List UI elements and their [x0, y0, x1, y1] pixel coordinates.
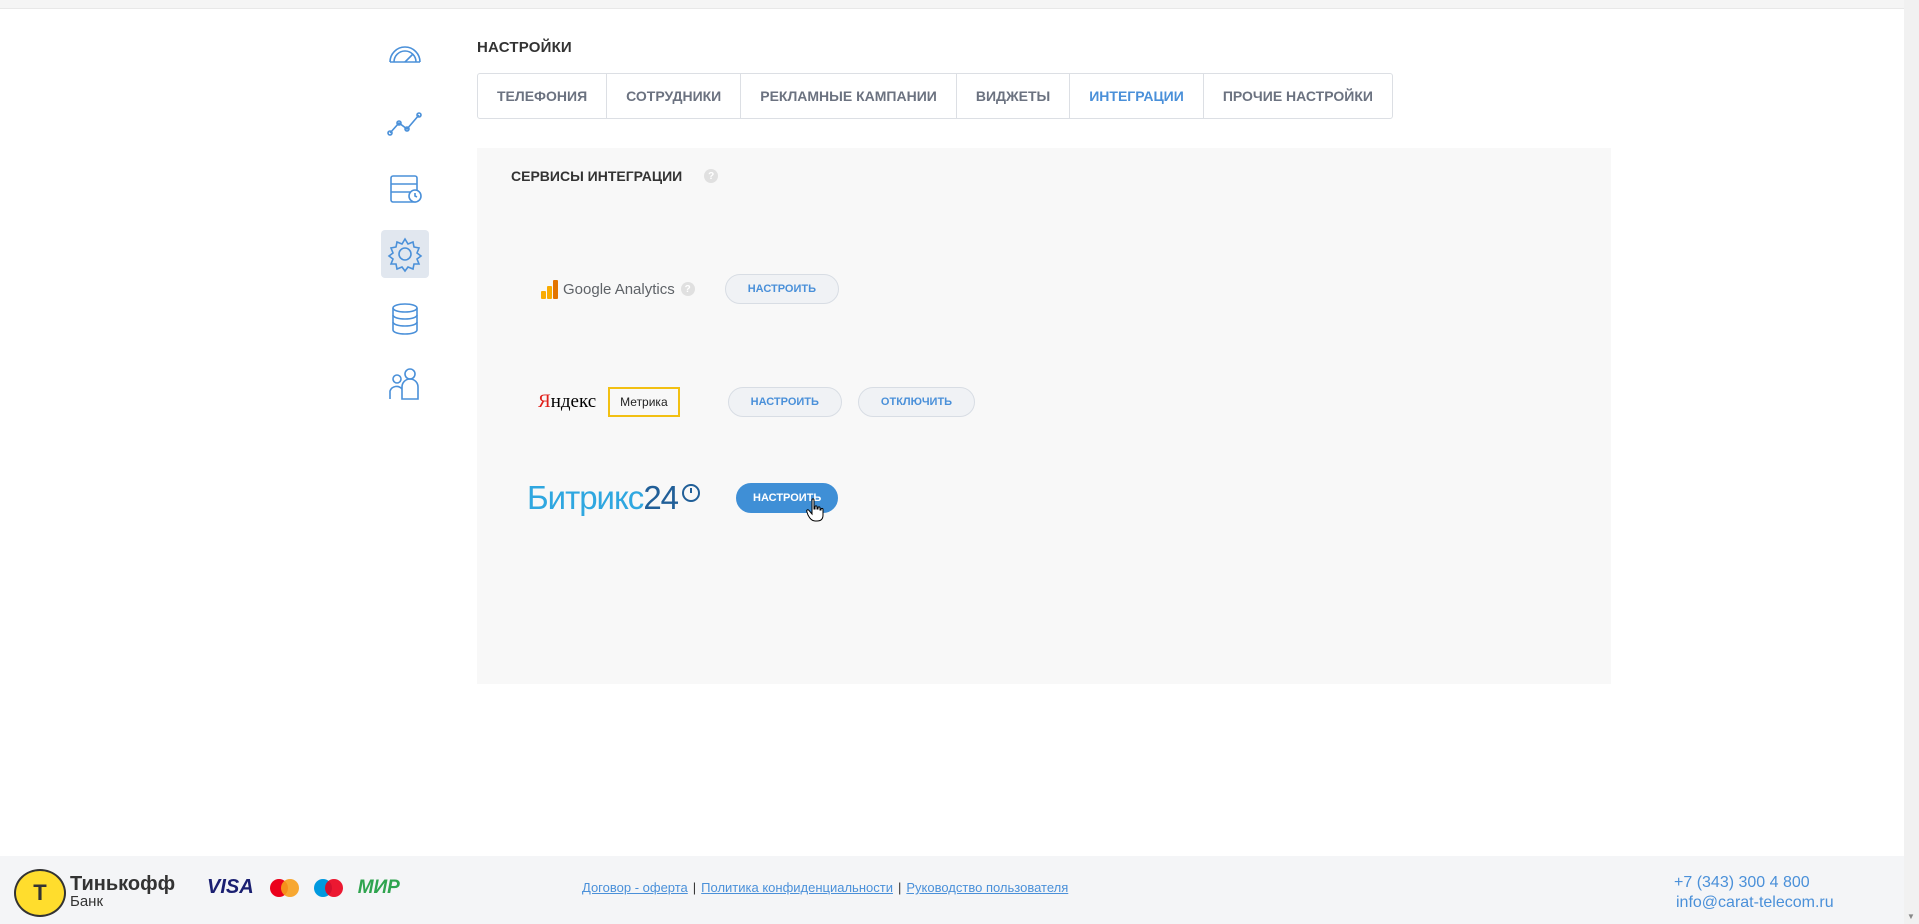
- contact-info: +7 (343) 300 4 800 info@carat-telecom.ru: [1674, 873, 1834, 913]
- tinkoff-bank-logo: Т Тинькофф Банк: [14, 869, 175, 917]
- sidebar-item-database[interactable]: [381, 295, 429, 343]
- tab-other-settings[interactable]: ПРОЧИЕ НАСТРОЙКИ: [1204, 74, 1392, 118]
- mir-logo: МИР: [357, 876, 400, 898]
- tab-widgets[interactable]: ВИДЖЕТЫ: [957, 74, 1071, 118]
- google-analytics-logo-text: Google Analytics: [563, 280, 675, 298]
- section-title: СЕРВИСЫ ИНТЕГРАЦИИ ?: [511, 168, 719, 184]
- tab-ad-campaigns[interactable]: РЕКЛАМНЫЕ КАМПАНИИ: [741, 74, 957, 118]
- google-analytics-bars-icon: [541, 279, 559, 299]
- bitrix24-logo: Битрикс 24: [527, 479, 701, 517]
- email-address[interactable]: info@carat-telecom.ru: [1676, 893, 1834, 913]
- bank-subtitle: Банк: [70, 893, 104, 910]
- yandex-disable-button[interactable]: ОТКЛЮЧИТЬ: [857, 387, 976, 417]
- tinkoff-emblem-icon: Т: [14, 869, 66, 917]
- sidebar-item-settings[interactable]: [381, 230, 429, 278]
- bitrix-logo-number: 24: [643, 479, 679, 516]
- analytics-chart-icon: [387, 112, 422, 136]
- footer: Т Тинькофф Банк VISA МИР Договор - оферт…: [0, 856, 1904, 924]
- bitrix24-row: Битрикс 24 НАСТРОИТЬ: [527, 479, 839, 517]
- phone-number[interactable]: +7 (343) 300 4 800: [1674, 873, 1834, 893]
- settings-tabs: ТЕЛЕФОНИЯ СОТРУДНИКИ РЕКЛАМНЫЕ КАМПАНИИ …: [477, 73, 1393, 119]
- top-bar: [0, 0, 1904, 9]
- google-analytics-logo: Google Analytics ?: [541, 279, 695, 299]
- sidebar-item-calls-history[interactable]: [381, 165, 429, 213]
- tab-integrations[interactable]: ИНТЕГРАЦИИ: [1070, 74, 1204, 118]
- settings-gear-icon: [387, 237, 423, 273]
- vertical-scrollbar[interactable]: ▼: [1904, 0, 1919, 924]
- visa-logo: VISA: [207, 876, 254, 898]
- tab-telephony[interactable]: ТЕЛЕФОНИЯ: [478, 74, 608, 118]
- dashboard-gauge-icon: [389, 46, 421, 63]
- scroll-down-icon[interactable]: ▼: [1907, 913, 1915, 921]
- link-separator: |: [692, 880, 697, 895]
- yandex-metrika-logo: Яндекс Метрика: [538, 387, 680, 417]
- bank-name: Тинькофф: [70, 873, 176, 895]
- google-analytics-row: Google Analytics ? НАСТРОИТЬ: [541, 274, 840, 304]
- sidebar-nav: [381, 35, 429, 425]
- users-group-icon: [389, 368, 419, 400]
- yandex-configure-button[interactable]: НАСТРОИТЬ: [727, 387, 842, 417]
- sidebar-item-analytics[interactable]: [381, 100, 429, 148]
- sidebar-item-dashboard[interactable]: [381, 35, 429, 83]
- integrations-panel: СЕРВИСЫ ИНТЕГРАЦИИ ? Google Analytics ? …: [477, 148, 1611, 684]
- calls-history-icon: [390, 175, 422, 203]
- offer-agreement-link[interactable]: Договор - оферта: [582, 880, 688, 895]
- google-configure-button[interactable]: НАСТРОИТЬ: [724, 274, 840, 304]
- user-guide-link[interactable]: Руководство пользователя: [906, 880, 1068, 895]
- page-title: НАСТРОЙКИ: [477, 39, 572, 56]
- maestro-logo-icon: [313, 878, 344, 897]
- bitrix-logo-text: Битрикс: [527, 479, 644, 516]
- hand-cursor-icon: [806, 498, 824, 522]
- link-separator: |: [897, 880, 902, 895]
- mastercard-logo-icon: [269, 878, 300, 897]
- yandex-logo-text: Яндекс: [538, 391, 597, 412]
- privacy-policy-link[interactable]: Политика конфиденциальности: [701, 880, 893, 895]
- metrika-badge: Метрика: [608, 387, 680, 417]
- help-icon[interactable]: ?: [704, 169, 719, 183]
- bitrix-clock-icon: [682, 484, 701, 502]
- database-icon: [392, 303, 418, 335]
- google-help-icon[interactable]: ?: [680, 282, 695, 296]
- footer-links: Договор - оферта | Политика конфиденциальн…: [582, 880, 1068, 895]
- payment-systems: VISA МИР: [207, 876, 400, 899]
- sidebar-item-users[interactable]: [381, 360, 429, 408]
- tab-employees[interactable]: СОТРУДНИКИ: [607, 74, 742, 118]
- yandex-metrika-row: Яндекс Метрика НАСТРОИТЬ ОТКЛЮЧИТЬ: [538, 387, 976, 417]
- section-title-text: СЕРВИСЫ ИНТЕГРАЦИИ: [511, 168, 683, 184]
